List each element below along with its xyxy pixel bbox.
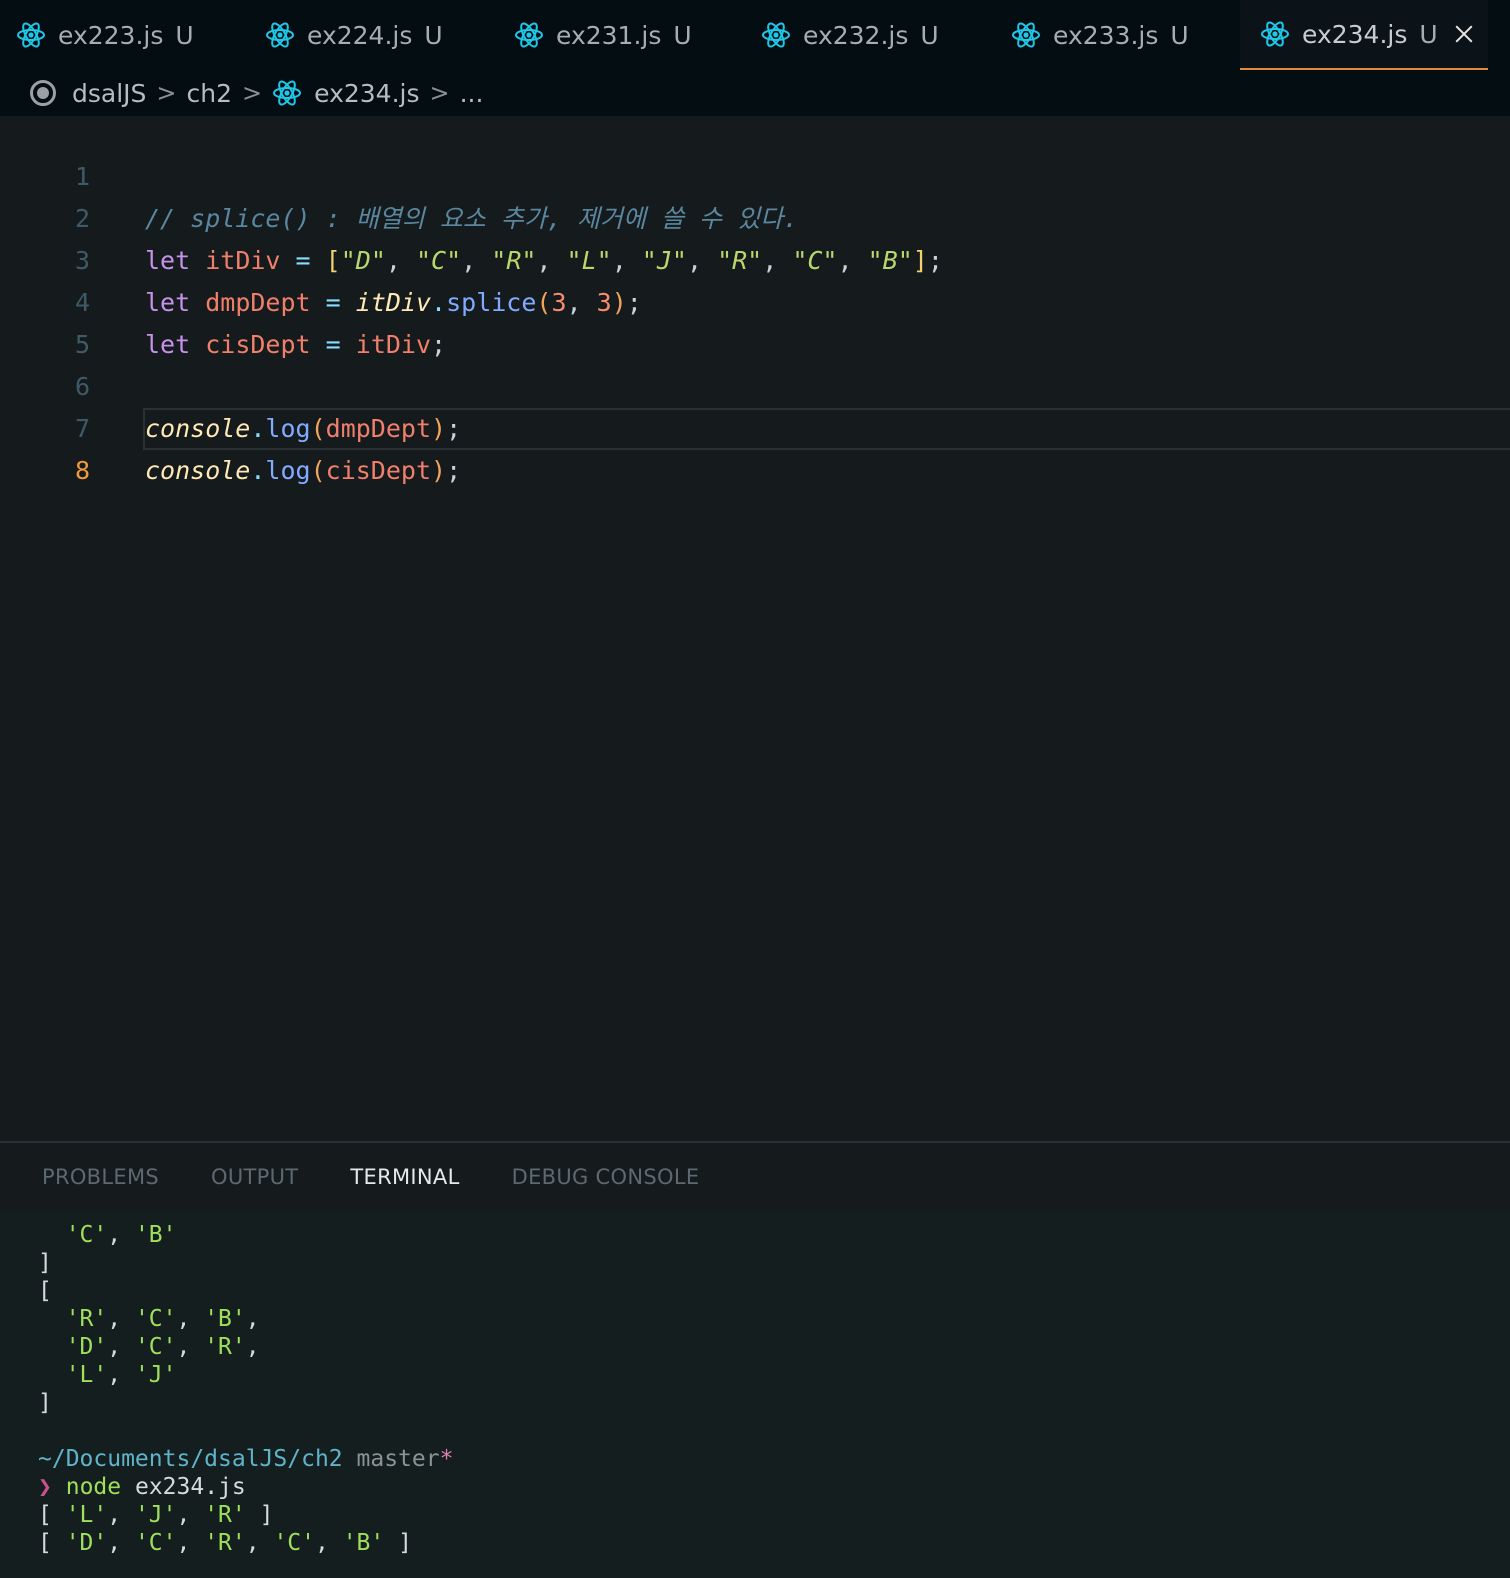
react-icon — [762, 22, 790, 48]
tab-ex233[interactable]: ex233.js U — [1011, 0, 1189, 70]
tab-status: U — [920, 20, 939, 50]
prompt-branch: master — [356, 1446, 440, 1472]
code-line-7[interactable]: 7 console.log(cisDept); — [0, 366, 1510, 485]
breadcrumb-more[interactable]: ... — [460, 79, 484, 108]
tab-label: ex223.js — [58, 20, 164, 50]
terminal-line: 'R', 'C', 'B', — [65, 1306, 260, 1332]
code-line-8[interactable]: 8 — [0, 408, 1510, 485]
tab-label: ex232.js — [803, 20, 909, 50]
prompt-chevron-icon: ❯ — [38, 1474, 52, 1500]
code-line-5[interactable]: 5 — [0, 282, 1510, 359]
prompt-path: ~/Documents/dsalJS/ch2 — [38, 1446, 343, 1472]
tab-ex231[interactable]: ex231.js U — [514, 0, 692, 70]
semicolon: ; — [446, 456, 462, 485]
code-line-4[interactable]: 4 let cisDept = itDiv; — [0, 240, 1510, 359]
tab-label: ex234.js — [1302, 19, 1408, 49]
tab-status: U — [1419, 19, 1438, 49]
code-line-6[interactable]: 6 console.log(dmpDept); — [0, 324, 1510, 443]
terminal[interactable]: 'C', 'B' ] [ 'R', 'C', 'B', 'D', 'C', 'R… — [0, 1211, 1510, 1578]
dot: . — [250, 456, 266, 485]
react-icon — [266, 22, 294, 48]
react-icon — [273, 80, 302, 106]
tab-problems[interactable]: PROBLEMS — [42, 1165, 159, 1189]
tab-label: ex233.js — [1053, 20, 1159, 50]
terminal-line: 'D', 'C', 'R', — [65, 1334, 260, 1360]
object: console — [145, 456, 251, 485]
terminal-output-line: [ 'D', 'C', 'R', 'C', 'B' ] — [38, 1530, 412, 1556]
react-icon — [1012, 22, 1040, 48]
terminal-line: ] — [38, 1250, 52, 1276]
breadcrumb-file[interactable]: ex234.js — [314, 79, 419, 108]
tab-ex224[interactable]: ex224.js U — [265, 0, 443, 70]
close-icon[interactable] — [1454, 24, 1474, 44]
terminal-command-line: ❯ node ex234.js — [38, 1473, 246, 1501]
variable: cisDept — [325, 456, 431, 485]
terminal-line: ] — [38, 1390, 52, 1416]
command: node — [65, 1474, 122, 1500]
terminal-output-line: [ 'L', 'J', 'R' ] — [38, 1502, 274, 1528]
breadcrumb: dsalJS > ch2 > ex234.js > ... — [0, 70, 1510, 116]
react-icon — [17, 22, 45, 48]
paren: ( — [310, 456, 326, 485]
breadcrumb-separator: > — [242, 79, 263, 107]
react-icon — [515, 22, 543, 48]
breadcrumb-separator: > — [429, 79, 450, 107]
editor-tab-bar: ex223.js U ex224.js U ex231.js U ex232.j… — [0, 0, 1510, 70]
code-line-3[interactable]: 3 let dmpDept = itDiv.splice(3, 3); — [0, 198, 1510, 317]
terminal-line: 'L', 'J' — [65, 1362, 177, 1388]
line-number-current: 8 — [74, 456, 90, 485]
panel-tab-bar: PROBLEMS OUTPUT TERMINAL DEBUG CONSOLE — [0, 1143, 1510, 1211]
tab-ex232[interactable]: ex232.js U — [761, 0, 939, 70]
breadcrumb-separator: > — [156, 79, 177, 107]
bottom-panel: PROBLEMS OUTPUT TERMINAL DEBUG CONSOLE '… — [0, 1141, 1510, 1578]
terminal-prompt-line: ~/Documents/dsalJS/ch2 master* — [38, 1445, 453, 1473]
terminal-line: 'C', 'B' — [65, 1222, 177, 1248]
tab-label: ex224.js — [307, 20, 413, 50]
target-icon — [30, 80, 56, 106]
method: log — [265, 456, 311, 485]
tab-debug-console[interactable]: DEBUG CONSOLE — [512, 1165, 700, 1189]
react-icon — [1261, 21, 1289, 47]
tab-label: ex231.js — [556, 20, 662, 50]
tab-status: U — [673, 20, 692, 50]
tab-status: U — [175, 20, 194, 50]
tab-terminal[interactable]: TERMINAL — [350, 1165, 459, 1189]
tab-output[interactable]: OUTPUT — [211, 1165, 298, 1189]
code-line-1[interactable]: 1 // splice() : 배열의 요소 추가, 제거에 쓸 수 있다. — [0, 114, 1510, 233]
tab-ex234[interactable]: ex234.js U — [1240, 0, 1488, 70]
paren: ) — [431, 456, 447, 485]
tab-status: U — [424, 20, 443, 50]
tab-ex223[interactable]: ex223.js U — [16, 0, 194, 70]
breadcrumb-root[interactable]: dsalJS — [72, 79, 146, 108]
code-editor[interactable]: 1 // splice() : 배열의 요소 추가, 제거에 쓸 수 있다. 2… — [0, 116, 1510, 1141]
terminal-line: [ — [38, 1278, 52, 1304]
breadcrumb-folder[interactable]: ch2 — [187, 79, 233, 108]
prompt-dirty-flag: * — [439, 1446, 454, 1472]
command-arg: ex234.js — [134, 1474, 246, 1500]
code-line-2[interactable]: 2 let itDiv = ["D", "C", "R", "L", "J", … — [0, 156, 1510, 275]
tab-status: U — [1170, 20, 1189, 50]
